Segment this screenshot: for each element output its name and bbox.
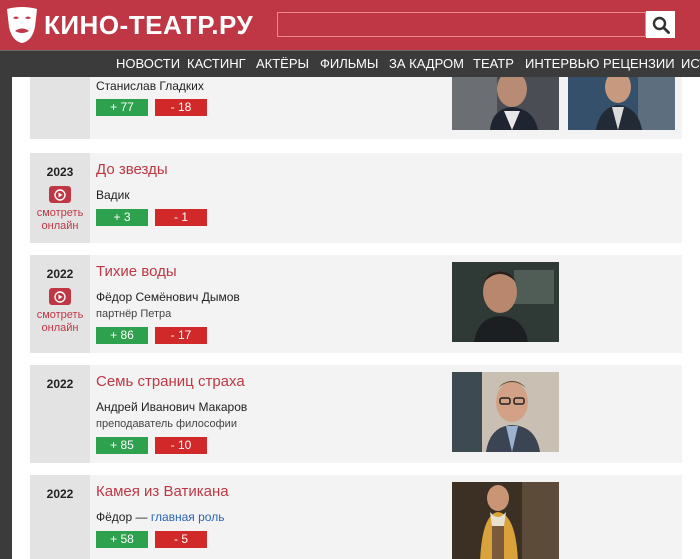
film-card: 2023 смотреть онлайн До звезды Вадик + 3 … — [30, 153, 682, 243]
photo-image — [452, 262, 559, 342]
vote-down-button[interactable]: - 10 — [155, 437, 207, 454]
actor-photo[interactable] — [452, 482, 559, 559]
watch-label: смотреть онлайн — [36, 207, 84, 232]
vote-down-button[interactable]: - 18 — [155, 99, 207, 116]
film-year: 2022 — [46, 267, 74, 281]
nav-item-films[interactable]: ФИЛЬМЫ — [320, 56, 378, 71]
year-column: 2022 — [30, 365, 90, 463]
actor-photo[interactable] — [452, 372, 559, 452]
year-column: 2022 — [30, 475, 90, 559]
vote-up-button[interactable]: + 77 — [96, 99, 148, 116]
search-button[interactable] — [646, 11, 675, 38]
watch-online-button[interactable]: смотреть онлайн — [30, 288, 90, 335]
film-year: 2022 — [46, 487, 74, 501]
role-line: Фёдор — главная роль — [96, 510, 224, 524]
vote-down-button[interactable]: - 5 — [155, 531, 207, 548]
actor-photo[interactable] — [452, 262, 559, 342]
site-header: КИНО-ТЕАТР.РУ — [0, 0, 700, 50]
role-name: Фёдор Семёнович Дымов — [96, 290, 240, 304]
film-card: 2022 смотреть онлайн Тихие воды Фёдор Сем… — [30, 255, 682, 353]
role-name: Фёдор — [96, 510, 133, 524]
role-description: преподаватель философии — [96, 418, 237, 430]
film-year: 2023 — [46, 165, 74, 179]
film-card: 2022 Семь страниц страха Андрей Иванович… — [30, 365, 682, 463]
nav-item-theater[interactable]: ТЕАТР — [473, 56, 514, 71]
main-nav: НОВОСТИ КАСТИНГ АКТЁРЫ ФИЛЬМЫ ЗА КАДРОМ … — [0, 50, 700, 77]
film-card: Станислав Гладких + 77 - 18 — [30, 77, 682, 139]
nav-item-news[interactable]: НОВОСТИ — [116, 56, 180, 71]
role-name: Станислав Гладких — [96, 79, 204, 93]
main-role-link[interactable]: главная роль — [151, 510, 225, 524]
play-icon — [49, 288, 71, 305]
logo-text: КИНО-ТЕАТР.РУ — [44, 9, 254, 40]
role-name: Андрей Иванович Макаров — [96, 400, 248, 414]
film-title[interactable]: Тихие воды — [96, 263, 177, 280]
role-separator: — — [132, 510, 151, 524]
film-card: 2022 Камея из Ватикана Фёдор — главная р… — [30, 475, 682, 559]
photo-image — [568, 77, 675, 130]
actor-photo[interactable] — [452, 77, 559, 130]
year-column: 2022 смотреть онлайн — [30, 255, 90, 353]
film-title[interactable]: До звезды — [96, 161, 168, 178]
vote-down-button[interactable]: - 17 — [155, 327, 207, 344]
film-title[interactable]: Камея из Ватикана — [96, 483, 229, 500]
nav-item-history[interactable]: ИСТ — [681, 56, 700, 71]
nav-item-behind-scenes[interactable]: ЗА КАДРОМ — [389, 56, 464, 71]
vote-up-button[interactable]: + 85 — [96, 437, 148, 454]
search-input[interactable] — [277, 12, 646, 37]
nav-item-casting[interactable]: КАСТИНГ — [187, 56, 246, 71]
watch-online-button[interactable]: смотреть онлайн — [30, 186, 90, 233]
filmography-list: Станислав Гладких + 77 - 18 2023 смотрет… — [12, 77, 700, 559]
actor-photo[interactable] — [568, 77, 675, 130]
photo-image — [452, 372, 559, 452]
watch-label: смотреть онлайн — [36, 309, 84, 334]
nav-item-interview[interactable]: ИНТЕРВЬЮ — [525, 56, 599, 71]
role-name: Вадик — [96, 188, 130, 202]
photo-image — [452, 77, 559, 130]
year-column — [30, 77, 90, 139]
vote-up-button[interactable]: + 86 — [96, 327, 148, 344]
film-title[interactable]: Семь страниц страха — [96, 373, 245, 390]
nav-item-actors[interactable]: АКТЁРЫ — [256, 56, 309, 71]
vote-down-button[interactable]: - 1 — [155, 209, 207, 226]
theater-mask-icon — [7, 7, 37, 43]
nav-item-reviews[interactable]: РЕЦЕНЗИИ — [603, 56, 675, 71]
film-year: 2022 — [46, 377, 74, 391]
site-logo[interactable]: КИНО-ТЕАТР.РУ — [4, 5, 253, 45]
vote-up-button[interactable]: + 58 — [96, 531, 148, 548]
role-description: партнёр Петра — [96, 308, 172, 320]
photo-image — [452, 482, 559, 559]
search-icon — [652, 16, 670, 34]
vote-up-button[interactable]: + 3 — [96, 209, 148, 226]
year-column: 2023 смотреть онлайн — [30, 153, 90, 243]
play-icon — [49, 186, 71, 203]
